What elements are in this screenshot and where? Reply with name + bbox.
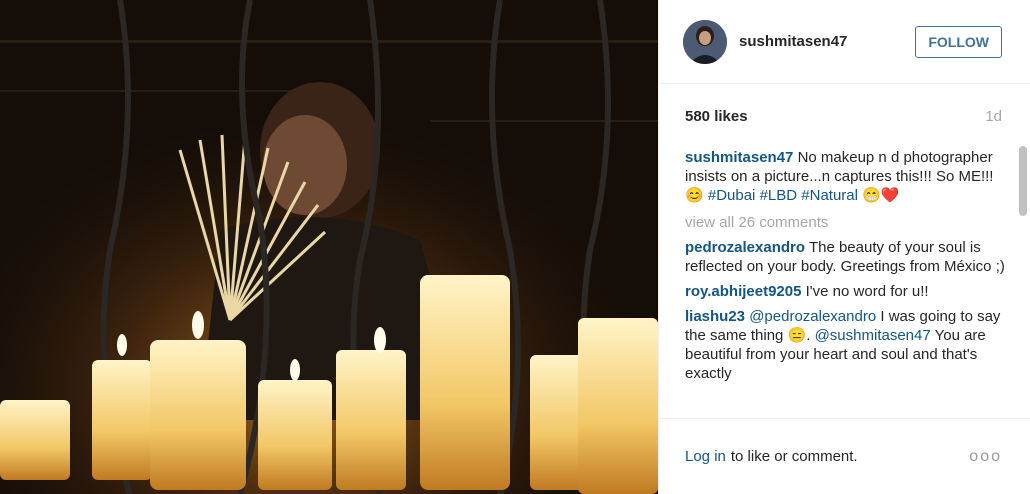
candlelit-portrait-image	[0, 0, 658, 494]
comment: roy.abhijeet9205 I've no word for u!!	[685, 282, 1005, 301]
hashtag-lbd[interactable]: #LBD	[760, 187, 798, 204]
post-photo[interactable]	[0, 0, 658, 494]
username[interactable]: sushmitasen47	[739, 33, 915, 50]
comment-username[interactable]: roy.abhijeet9205	[685, 283, 801, 300]
scrollbar-thumb[interactable]	[1019, 146, 1027, 216]
hashtag-natural[interactable]: #Natural	[801, 187, 858, 204]
comment-mention[interactable]: @pedrozalexandro	[749, 308, 876, 325]
avatar[interactable]	[683, 19, 727, 64]
comment: pedrozalexandro The beauty of your soul …	[685, 238, 1005, 276]
likes-row: 580 likes 1d	[659, 108, 1030, 125]
follow-button[interactable]: FOLLOW	[915, 25, 1002, 58]
comments-list[interactable]: sushmitasen47 No makeup n d photographer…	[685, 148, 1005, 418]
caption-emoji: 😁❤️	[862, 187, 900, 204]
post-time[interactable]: 1d	[985, 108, 1002, 125]
caption: sushmitasen47 No makeup n d photographer…	[685, 148, 1005, 205]
login-link[interactable]: Log in	[685, 448, 726, 465]
view-all-comments-link[interactable]: view all 26 comments	[685, 213, 1005, 232]
post-details-panel: sushmitasen47 FOLLOW 580 likes 1d sushmi…	[658, 0, 1030, 494]
post-header: sushmitasen47 FOLLOW	[659, 0, 1030, 84]
comment: liashu23 @pedrozalexandro I was going to…	[685, 307, 1005, 383]
post-footer: Log in to like or comment. ooo	[659, 418, 1030, 494]
comment-mention[interactable]: @sushmitasen47	[815, 327, 931, 344]
comment-username[interactable]: pedrozalexandro	[685, 239, 805, 256]
comment-text: I've no word for u!!	[805, 283, 929, 300]
likes-count[interactable]: 580 likes	[685, 108, 748, 125]
comments-scrollbar[interactable]	[1019, 146, 1027, 418]
login-prompt-text: to like or comment.	[730, 448, 858, 465]
hashtag-dubai[interactable]: #Dubai	[708, 187, 756, 204]
more-options-icon[interactable]: ooo	[969, 448, 1002, 466]
comment-username[interactable]: liashu23	[685, 308, 745, 325]
caption-username[interactable]: sushmitasen47	[685, 149, 793, 166]
